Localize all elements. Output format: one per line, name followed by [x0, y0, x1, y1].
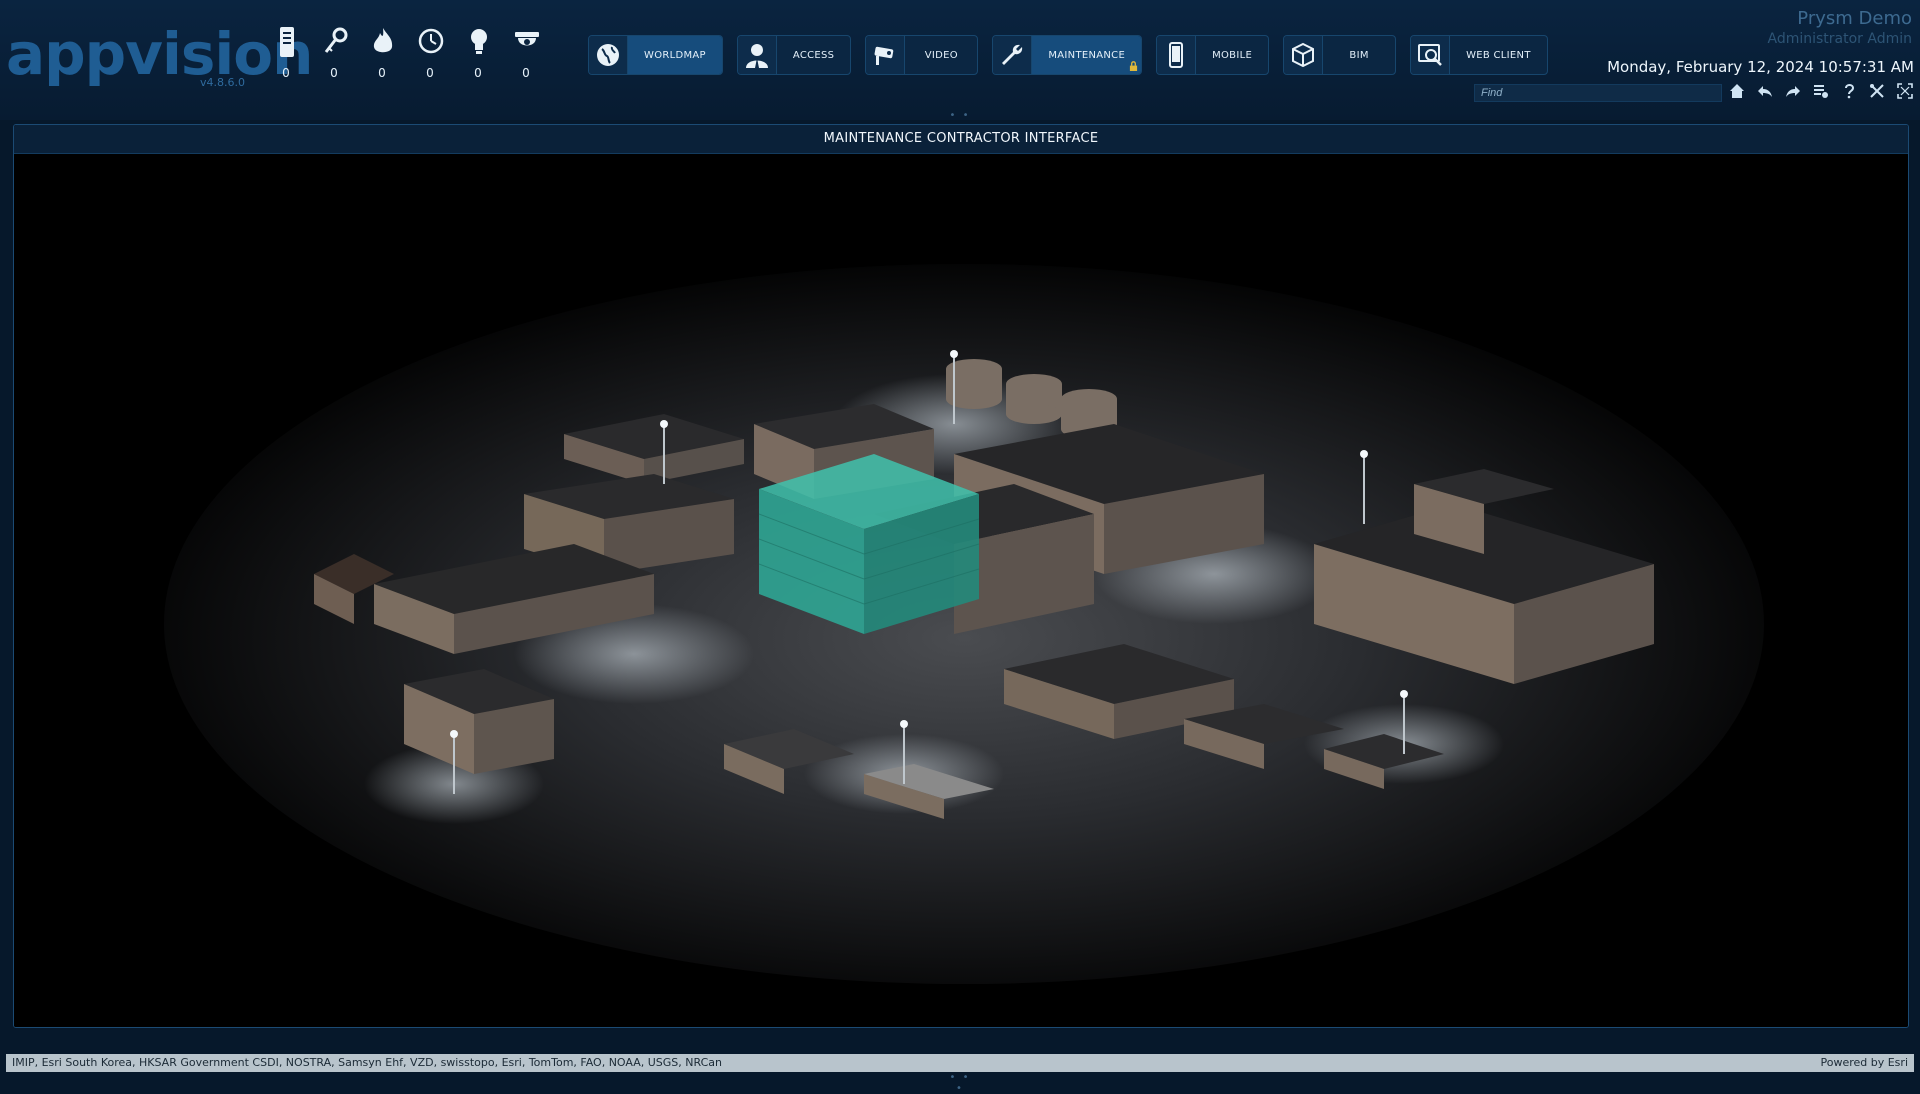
phone-icon	[1157, 36, 1197, 74]
lock-icon	[1129, 61, 1138, 71]
module-bar: WORLDMAP ACCESS VIDEO MAINTENANCE MOBILE…	[588, 35, 1548, 75]
attribution-text: IMIP, Esri South Korea, HKSAR Government…	[12, 1056, 722, 1069]
video-label: VIDEO	[924, 49, 958, 61]
3d-site-view[interactable]	[14, 154, 1908, 1027]
server-count: 0	[282, 66, 290, 80]
lightbulb-counter[interactable]: 0	[464, 26, 492, 86]
datetime: Monday, February 12, 2024 10:57:31 AM	[1607, 58, 1914, 76]
company-name: Prysm Demo	[1797, 8, 1912, 29]
dome-camera-count: 0	[522, 66, 530, 80]
bim-button[interactable]: BIM	[1283, 35, 1397, 75]
map-attribution-bar: IMIP, Esri South Korea, HKSAR Government…	[6, 1054, 1914, 1072]
undo-icon[interactable]	[1756, 82, 1774, 100]
server-icon	[280, 27, 294, 57]
home-icon[interactable]	[1728, 82, 1746, 100]
worldmap-label: WORLDMAP	[628, 36, 722, 74]
maintenance-label: MAINTENANCE	[1032, 36, 1142, 74]
clock-counter[interactable]: 0	[416, 26, 444, 86]
help-icon[interactable]	[1840, 82, 1858, 100]
video-button[interactable]: VIDEO	[865, 35, 979, 75]
camera-icon	[866, 36, 906, 74]
web-search-icon	[1411, 36, 1451, 74]
find-input[interactable]	[1474, 84, 1722, 102]
tools-icon[interactable]	[1868, 82, 1886, 100]
lightbulb-icon	[471, 29, 487, 54]
panel-title: MAINTENANCE CONTRACTOR INTERFACE	[14, 125, 1908, 154]
worldmap-button[interactable]: WORLDMAP	[588, 35, 723, 75]
clock-count: 0	[426, 66, 434, 80]
user-name: Administrator Admin	[1767, 31, 1912, 47]
bim-label: BIM	[1349, 49, 1369, 61]
version-label: v4.8.6.0	[200, 76, 245, 89]
logo-text: appvision	[6, 20, 313, 88]
mobile-label: MOBILE	[1212, 49, 1253, 61]
settings-list-icon[interactable]	[1812, 82, 1830, 100]
web-client-button[interactable]: WEB CLIENT	[1410, 35, 1548, 75]
cube-icon	[1284, 36, 1324, 74]
lightbulb-count: 0	[474, 66, 482, 80]
dome-camera-counter[interactable]: 0	[512, 26, 540, 86]
toolbar-icons	[1728, 82, 1914, 100]
resize-grip-bottom[interactable]: • • •	[943, 1072, 977, 1094]
redo-icon[interactable]	[1784, 82, 1802, 100]
clock-icon	[418, 28, 444, 54]
globe-icon	[589, 36, 628, 74]
mobile-button[interactable]: MOBILE	[1156, 35, 1270, 75]
web-client-label: WEB CLIENT	[1466, 49, 1531, 61]
fire-icon	[373, 28, 393, 53]
key-counter[interactable]: 0	[320, 26, 348, 86]
key-icon	[324, 27, 348, 53]
maintenance-button[interactable]: MAINTENANCE	[992, 35, 1143, 75]
top-bar: appvision v4.8.6.0 0 0 0 0 0 0 WORLDMAP …	[0, 0, 1920, 120]
wrench-icon	[993, 36, 1033, 74]
access-label: ACCESS	[792, 49, 835, 61]
user-info: Prysm Demo Administrator Admin	[1767, 8, 1912, 48]
alarm-counters: 0 0 0 0 0 0	[272, 26, 540, 86]
key-count: 0	[330, 66, 338, 80]
dome-camera-icon	[515, 32, 539, 46]
powered-by-link[interactable]: Powered by Esri	[1820, 1054, 1908, 1072]
fullscreen-icon[interactable]	[1896, 82, 1914, 100]
main-panel: MAINTENANCE CONTRACTOR INTERFACE	[13, 124, 1909, 1028]
fire-counter[interactable]: 0	[368, 26, 396, 86]
app-logo: appvision	[6, 14, 313, 94]
person-icon	[737, 36, 777, 74]
access-button[interactable]: ACCESS	[736, 35, 852, 75]
server-counter[interactable]: 0	[272, 26, 300, 86]
fire-count: 0	[378, 66, 386, 80]
